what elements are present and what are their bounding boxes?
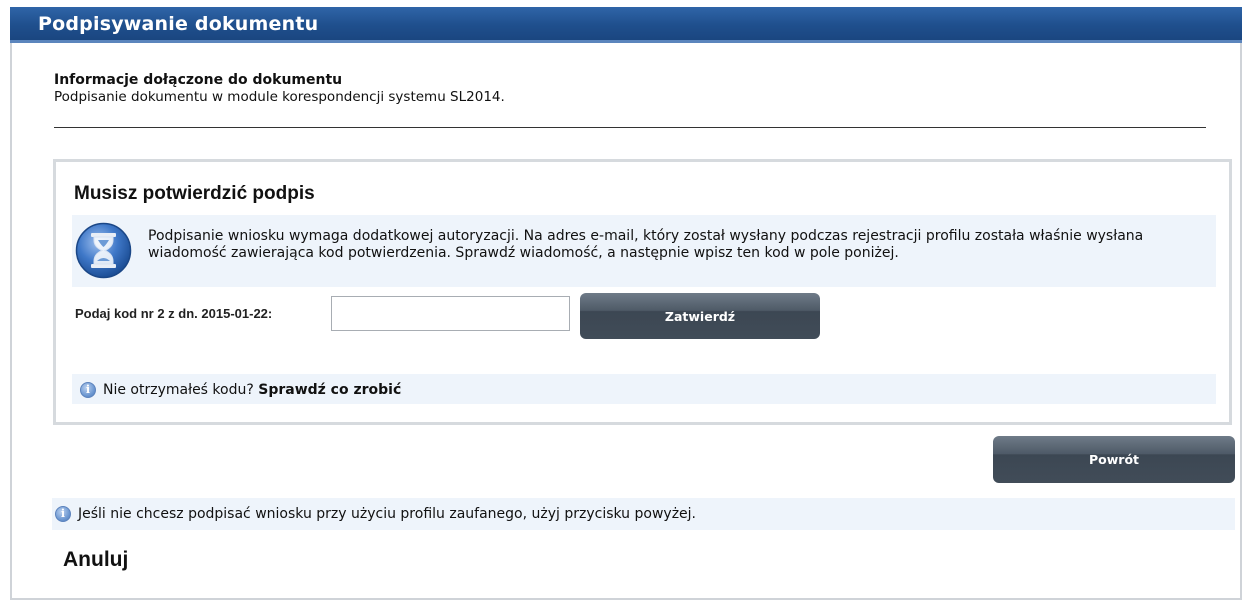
- document-info-heading: Informacje dołączone do dokumentu: [54, 72, 343, 88]
- bottom-info-text: Jeśli nie chcesz podpisać wniosku przy u…: [78, 506, 696, 522]
- info-icon: i: [80, 382, 96, 398]
- dialog-titlebar: Podpisywanie dokumentu: [10, 7, 1242, 43]
- help-prefix: Nie otrzymałeś kodu?: [103, 382, 254, 398]
- back-button[interactable]: Powrót: [993, 436, 1235, 483]
- authorization-message: Podpisanie wniosku wymaga dodatkowej aut…: [148, 228, 1144, 261]
- help-row: Nie otrzymałeś kodu? Sprawdź co zrobić: [103, 382, 401, 398]
- help-link[interactable]: Sprawdź co zrobić: [258, 382, 401, 398]
- document-info-description: Podpisanie dokumentu w module koresponde…: [54, 89, 505, 105]
- hourglass-icon: [75, 222, 132, 279]
- cancel-link[interactable]: Anuluj: [63, 548, 128, 572]
- divider: [54, 127, 1206, 128]
- info-icon: i: [55, 506, 71, 522]
- submit-code-button[interactable]: Zatwierdź: [580, 293, 820, 339]
- dialog-title: Podpisywanie dokumentu: [38, 13, 319, 35]
- code-field-label: Podaj kod nr 2 z dn. 2015-01-22:: [75, 306, 273, 321]
- confirm-title: Musisz potwierdzić podpis: [74, 183, 315, 204]
- confirmation-code-input[interactable]: [331, 296, 570, 331]
